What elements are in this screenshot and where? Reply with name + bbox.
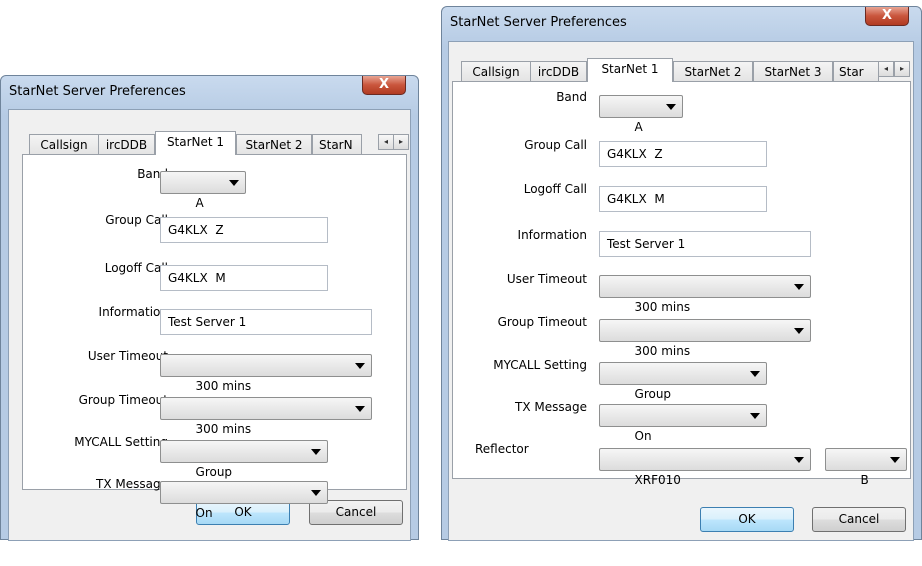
group-timeout-value: 300 mins <box>634 344 691 358</box>
user-timeout-select[interactable]: 300 mins <box>160 354 372 393</box>
chevron-down-icon <box>311 449 321 455</box>
tab-panel-starnet-1: Band A Group Call G4KLX Z Logoff Call G4… <box>452 81 911 487</box>
mycall-setting-select[interactable]: Group <box>160 440 328 479</box>
chevron-down-icon <box>750 371 760 377</box>
window-title: StarNet Server Preferences <box>9 84 186 99</box>
information-label: Information <box>98 305 168 319</box>
dialog-client-area: Callsign ircDDB StarNet 1 StarNet 2 Star… <box>448 41 914 541</box>
logoff-call-label: Logoff Call <box>523 182 587 196</box>
tab-callsign[interactable]: Callsign <box>461 61 531 82</box>
band-label: Band <box>556 90 587 104</box>
mycall-setting-value: Group <box>195 465 233 479</box>
dialog-window-right: StarNet Server Preferences X Callsign ir… <box>441 6 922 541</box>
close-button[interactable]: X <box>362 76 406 95</box>
chevron-down-icon <box>750 413 760 419</box>
ok-button[interactable]: OK <box>700 507 794 532</box>
tab-panel-starnet-1: Band A Group Call G4KLX Z Logoff Call G4… <box>22 154 407 520</box>
tx-message-label: TX Message <box>515 400 587 414</box>
tab-starnet-2[interactable]: StarNet 2 <box>673 61 753 82</box>
mycall-setting-label: MYCALL Setting <box>493 358 587 372</box>
tx-message-select[interactable]: On <box>160 481 328 520</box>
chevron-down-icon <box>666 104 676 110</box>
dialog-window-left: StarNet Server Preferences X Callsign ir… <box>0 75 419 541</box>
logoff-call-input[interactable]: G4KLX M <box>599 186 767 212</box>
tab-starnet-4[interactable]: Star <box>833 61 879 82</box>
reflector-label: Reflector <box>475 442 529 456</box>
band-select[interactable]: A <box>599 95 683 134</box>
information-input[interactable]: Test Server 1 <box>160 309 372 335</box>
tx-message-label: TX Message <box>96 477 168 491</box>
user-timeout-label: User Timeout <box>506 272 587 286</box>
tab-starnet-3[interactable]: StarNet 3 <box>753 61 833 82</box>
information-label: Information <box>517 228 587 242</box>
group-timeout-select[interactable]: 300 mins <box>160 397 372 436</box>
tab-scroll-left-button[interactable]: ◂ <box>878 61 894 77</box>
logoff-call-input[interactable]: G4KLX M <box>160 265 328 291</box>
tab-starnet-2[interactable]: StarNet 2 <box>236 134 312 155</box>
tab-scroll-right-button[interactable]: ▸ <box>894 61 910 77</box>
group-timeout-label: Group Timeout <box>497 315 587 329</box>
reflector-module-select[interactable]: B <box>825 448 907 487</box>
chevron-down-icon <box>229 180 239 186</box>
tab-scroll-right-button[interactable]: ▸ <box>393 134 409 150</box>
user-timeout-select[interactable]: 300 mins <box>599 275 811 314</box>
tab-starnet-1[interactable]: StarNet 1 <box>155 131 236 155</box>
mycall-setting-label: MYCALL Setting <box>74 435 168 449</box>
tx-message-value: On <box>195 506 213 520</box>
information-input[interactable]: Test Server 1 <box>599 231 811 257</box>
tab-scroll-left-button[interactable]: ◂ <box>378 134 394 150</box>
tx-message-value: On <box>634 429 652 443</box>
tab-starnet-1[interactable]: StarNet 1 <box>587 58 673 82</box>
user-timeout-value: 300 mins <box>634 300 691 314</box>
mycall-setting-select[interactable]: Group <box>599 362 767 401</box>
group-timeout-select[interactable]: 300 mins <box>599 319 811 358</box>
group-call-input[interactable]: G4KLX Z <box>599 141 767 167</box>
chevron-down-icon <box>311 490 321 496</box>
title-bar[interactable]: StarNet Server Preferences X <box>442 7 921 37</box>
group-call-label: Group Call <box>105 213 168 227</box>
band-value: A <box>195 196 204 210</box>
user-timeout-label: User Timeout <box>87 349 168 363</box>
band-select[interactable]: A <box>160 171 246 210</box>
reflector-module-value: B <box>860 473 869 487</box>
group-call-input[interactable]: G4KLX Z <box>160 217 328 243</box>
chevron-down-icon <box>890 457 900 463</box>
chevron-down-icon <box>794 457 804 463</box>
logoff-call-label: Logoff Call <box>104 261 168 275</box>
group-timeout-value: 300 mins <box>195 422 252 436</box>
chevron-down-icon <box>355 363 365 369</box>
tx-message-select[interactable]: On <box>599 404 767 443</box>
mycall-setting-value: Group <box>634 387 672 401</box>
reflector-select[interactable]: XRF010 <box>599 448 811 487</box>
window-title: StarNet Server Preferences <box>450 15 627 30</box>
title-bar[interactable]: StarNet Server Preferences X <box>1 76 418 106</box>
chevron-down-icon <box>355 406 365 412</box>
chevron-down-icon <box>794 284 804 290</box>
band-value: A <box>634 120 643 134</box>
tab-ircddb[interactable]: ircDDB <box>530 61 587 82</box>
tab-callsign[interactable]: Callsign <box>29 134 99 155</box>
group-call-label: Group Call <box>524 138 587 152</box>
dialog-client-area: Callsign ircDDB StarNet 1 StarNet 2 Star… <box>8 109 411 541</box>
user-timeout-value: 300 mins <box>195 379 252 393</box>
tab-starnet-3[interactable]: StarN <box>312 134 362 155</box>
group-timeout-label: Group Timeout <box>78 393 168 407</box>
tab-ircddb[interactable]: ircDDB <box>98 134 155 155</box>
close-button[interactable]: X <box>865 7 909 26</box>
reflector-value: XRF010 <box>634 473 681 487</box>
chevron-down-icon <box>794 328 804 334</box>
